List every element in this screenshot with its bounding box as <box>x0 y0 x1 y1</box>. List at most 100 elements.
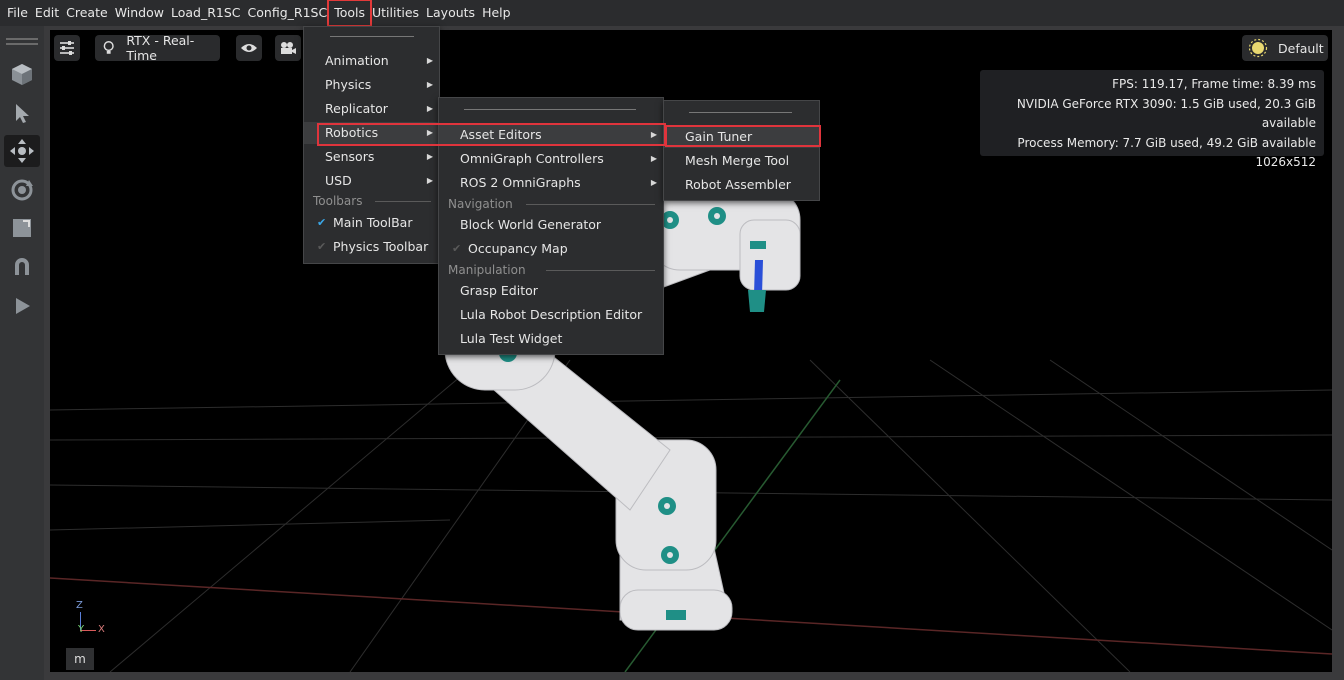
asset-editors-submenu: Gain Tuner Mesh Merge Tool Robot Assembl… <box>663 100 820 201</box>
section-label: Navigation <box>448 197 513 211</box>
snap-tool[interactable] <box>4 251 40 283</box>
memory-readout: Process Memory: 7.7 GiB used, 49.2 GiB a… <box>1017 135 1316 150</box>
visibility-button[interactable] <box>236 35 262 61</box>
section-label: Manipulation <box>448 263 526 277</box>
menu-file[interactable]: File <box>4 3 31 23</box>
lighting-dropdown[interactable]: Default <box>1242 35 1328 61</box>
eye-icon <box>241 44 257 52</box>
menu-separator <box>689 112 792 113</box>
camera-icon <box>281 42 296 54</box>
axis-x-label: X <box>98 624 105 635</box>
item-label: Sensors <box>325 149 375 164</box>
item-label: ROS 2 OmniGraphs <box>460 175 581 190</box>
submenu-arrow-icon: ▶ <box>426 176 433 185</box>
menu-edit[interactable]: Edit <box>32 3 62 23</box>
menu-create[interactable]: Create <box>63 3 111 23</box>
select-tool[interactable] <box>4 97 40 129</box>
robotics-item-omnigraph-controllers[interactable]: OmniGraph Controllers ▶ <box>439 148 663 170</box>
toolbars-section-header: Toolbars <box>313 192 433 210</box>
navigation-section-header: Navigation <box>448 195 655 213</box>
sliders-icon <box>60 41 74 55</box>
menu-help[interactable]: Help <box>479 3 514 23</box>
menu-load-r1sc[interactable]: Load_R1SC <box>168 3 244 23</box>
tools-item-sensors[interactable]: Sensors ▶ <box>304 146 439 168</box>
asset-editors-item-mesh-merge-tool[interactable]: Mesh Merge Tool <box>664 150 819 172</box>
magnet-icon <box>15 258 29 275</box>
item-label: Main ToolBar <box>333 215 413 230</box>
renderer-dropdown[interactable]: RTX - Real-Time <box>95 33 220 63</box>
checkmark-icon: ✔ <box>452 242 462 255</box>
stats-overlay: FPS: 119.17, Frame time: 8.39 ms NVIDIA … <box>980 70 1324 169</box>
tools-item-usd[interactable]: USD ▶ <box>304 170 439 192</box>
move-arrows-icon <box>10 139 34 163</box>
select-prim-tool[interactable] <box>4 58 40 90</box>
scale-tool[interactable] <box>4 212 40 244</box>
item-label: Physics <box>325 77 372 92</box>
lighting-label: Default <box>1278 40 1324 56</box>
menu-utilities[interactable]: Utilities <box>369 3 422 23</box>
play-tool[interactable] <box>4 290 40 322</box>
item-label: Grasp Editor <box>460 283 538 298</box>
item-label: Animation <box>325 53 389 68</box>
menu-tools[interactable]: Tools <box>327 0 372 27</box>
tools-item-robotics[interactable]: Robotics ▶ <box>304 122 439 144</box>
cube-icon <box>12 64 32 85</box>
tools-item-animation[interactable]: Animation ▶ <box>304 50 439 72</box>
tools-item-replicator[interactable]: Replicator ▶ <box>304 98 439 120</box>
item-label: Replicator <box>325 101 388 116</box>
item-label: Lula Robot Description Editor <box>460 307 643 322</box>
robotics-item-lula-test-widget[interactable]: Lula Test Widget <box>439 328 663 350</box>
checkmark-icon: ✔ <box>317 240 327 253</box>
lightbulb-icon <box>103 41 114 54</box>
cursor-arrow-icon <box>16 104 29 123</box>
manipulation-section-header: Manipulation <box>448 261 655 279</box>
toolbar-grip[interactable] <box>6 38 38 40</box>
axis-gizmo: Z Y X <box>74 600 114 640</box>
menu-bar: File Edit Create Window Load_R1SC Config… <box>0 0 1344 27</box>
robotics-item-block-world-generator[interactable]: Block World Generator <box>439 214 663 236</box>
section-divider <box>375 201 431 202</box>
robotics-item-asset-editors[interactable]: Asset Editors ▶ <box>439 124 663 146</box>
checkmark-icon: ✔ <box>317 216 327 229</box>
item-label: Occupancy Map <box>468 241 568 256</box>
move-tool[interactable] <box>4 135 40 167</box>
robotics-submenu: Asset Editors ▶ OmniGraph Controllers ▶ RO… <box>438 97 664 355</box>
item-label: Gain Tuner <box>685 129 753 144</box>
toolbar-grip[interactable] <box>6 43 38 45</box>
menu-separator <box>330 36 414 37</box>
menu-window[interactable]: Window <box>112 3 167 23</box>
asset-editors-item-gain-tuner[interactable]: Gain Tuner <box>664 126 819 148</box>
sun-icon <box>1248 38 1268 58</box>
robotics-item-ros2-omnigraphs[interactable]: ROS 2 OmniGraphs ▶ <box>439 172 663 194</box>
asset-editors-item-robot-assembler[interactable]: Robot Assembler <box>664 174 819 196</box>
left-toolbar <box>0 26 44 680</box>
robotics-item-lula-robot-description-editor[interactable]: Lula Robot Description Editor <box>439 304 663 326</box>
axis-y-label: Y <box>78 624 85 635</box>
play-icon <box>16 298 30 314</box>
submenu-arrow-icon: ▶ <box>426 152 433 161</box>
toolbar-item-physics[interactable]: ✔ Physics Toolbar <box>304 236 439 258</box>
item-label: OmniGraph Controllers <box>460 151 604 166</box>
item-label: Physics Toolbar <box>333 239 429 254</box>
item-label: Robot Assembler <box>685 177 791 192</box>
toolbar-item-main[interactable]: ✔ Main ToolBar <box>304 212 439 234</box>
tools-item-physics[interactable]: Physics ▶ <box>304 74 439 96</box>
item-label: Robotics <box>325 125 379 140</box>
menu-config-r1sc[interactable]: Config_R1SC <box>245 3 331 23</box>
item-label: Lula Test Widget <box>460 331 563 346</box>
camera-button[interactable] <box>275 35 301 61</box>
robotics-item-grasp-editor[interactable]: Grasp Editor <box>439 280 663 302</box>
item-label: USD <box>325 173 352 188</box>
submenu-arrow-icon: ▶ <box>426 128 433 137</box>
item-label: Mesh Merge Tool <box>685 153 790 168</box>
viewport-settings-button[interactable] <box>54 35 80 61</box>
fps-readout: FPS: 119.17, Frame time: 8.39 ms <box>1112 77 1316 91</box>
renderer-label: RTX - Real-Time <box>126 33 195 63</box>
menu-layouts[interactable]: Layouts <box>423 3 478 23</box>
robotics-item-occupancy-map[interactable]: ✔ Occupancy Map <box>439 238 663 260</box>
section-divider <box>526 204 655 205</box>
section-label: Toolbars <box>313 194 363 208</box>
units-button[interactable]: m <box>66 648 94 670</box>
rotate-tool[interactable] <box>4 174 40 206</box>
item-label: Asset Editors <box>460 127 542 142</box>
